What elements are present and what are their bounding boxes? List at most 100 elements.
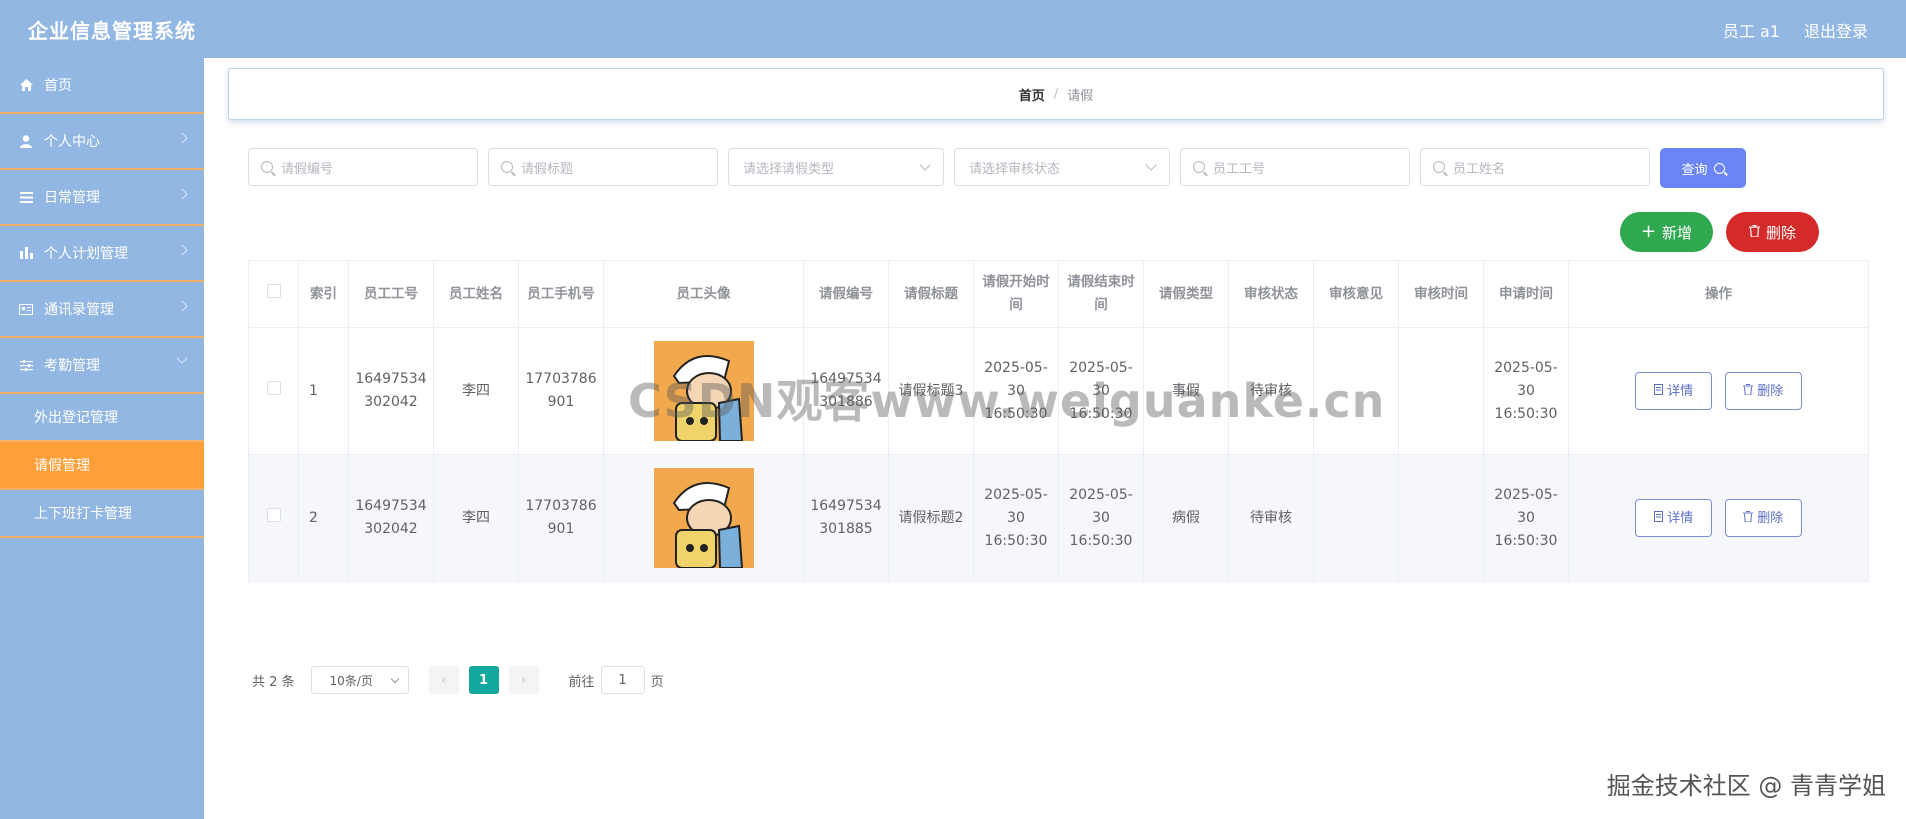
page-size-select[interactable]: 10条/页 [310, 666, 409, 694]
select-all-checkbox-cell[interactable] [248, 260, 299, 328]
row-delete-button[interactable]: 删除 [1724, 499, 1802, 537]
avatar[interactable] [653, 468, 754, 568]
watermark-corner: 掘金技术社区 @ 青青学姐 [1606, 772, 1886, 800]
page-size-value: 10条/页 [329, 673, 373, 688]
plus-icon: + [1640, 221, 1657, 242]
chevron-right-icon [176, 132, 188, 144]
cell-index: 2 [298, 454, 349, 582]
cell-leave-type: 病假 [1143, 454, 1229, 582]
sidebar-item-contacts[interactable]: 通讯录管理 [0, 282, 204, 338]
user-name[interactable]: 员工 a1 [1723, 18, 1780, 42]
emp-name-input[interactable]: 员工姓名 [1420, 148, 1650, 186]
breadcrumb-home[interactable]: 首页 [1019, 85, 1045, 104]
leave-type-select[interactable]: 请选择请假类型 [728, 148, 944, 186]
row-checkbox-cell[interactable] [248, 454, 299, 582]
row-delete-button[interactable]: 删除 [1724, 372, 1802, 410]
cell-audit-time [1398, 454, 1484, 582]
checkbox[interactable] [266, 380, 281, 395]
prev-page-button[interactable]: ‹ [428, 666, 459, 694]
sliders-icon [18, 358, 34, 372]
leave-title-input[interactable]: 请假标题 [488, 148, 718, 186]
cell-start-time: 2025-05-30 16:50:30 [973, 454, 1059, 582]
sidebar-item-label: 日常管理 [44, 190, 100, 206]
sidebar-subitem-clock[interactable]: 上下班打卡管理 [0, 490, 204, 538]
total-count: 共 2 条 [252, 674, 295, 690]
row-checkbox-cell[interactable] [248, 327, 299, 455]
sidebar-item-plan[interactable]: 个人计划管理 [0, 226, 204, 282]
search-icon [501, 161, 513, 173]
cell-audit-status: 待审核 [1228, 454, 1314, 582]
chart-icon [18, 246, 34, 260]
goto-prefix: 前往 [568, 674, 595, 690]
search-icon [1433, 161, 1445, 173]
checkbox[interactable] [266, 283, 281, 298]
sidebar-subitem-outing[interactable]: 外出登记管理 [0, 394, 204, 442]
chevron-right-icon [176, 300, 188, 312]
trash-icon [1743, 507, 1754, 530]
batch-delete-button[interactable]: 删除 [1726, 212, 1819, 252]
audit-status-select[interactable]: 请选择审核状态 [954, 148, 1170, 186]
sidebar-item-attendance[interactable]: 考勤管理 [0, 338, 204, 394]
cell-apply-time: 2025-05-30 16:50:30 [1483, 454, 1569, 582]
column-header: 员工姓名 [433, 260, 519, 328]
cell-actions: 详情 删除 [1568, 327, 1869, 455]
query-button[interactable]: 查询 [1660, 148, 1746, 188]
sidebar-item-personal[interactable]: 个人中心 [0, 114, 204, 170]
sidebar-item-label: 个人中心 [44, 134, 100, 150]
top-header: 企业信息管理系统 员工 a1 退出登录 [0, 0, 1906, 58]
cell-audit-time [1398, 327, 1484, 455]
chevron-down-icon [390, 674, 399, 684]
next-page-button[interactable]: › [508, 666, 539, 694]
document-icon [1654, 380, 1664, 403]
sidebar: 首页 个人中心 日常管理 个人计划管理 通讯录管理 考勤管理 外出登记管理 请假… [0, 58, 204, 819]
placeholder: 请选择请假类型 [743, 161, 835, 177]
column-header: 审核时间 [1398, 260, 1484, 328]
detail-button[interactable]: 详情 [1635, 372, 1713, 410]
placeholder: 请假标题 [521, 161, 574, 177]
trash-icon [1743, 380, 1754, 403]
contact-icon [18, 302, 34, 316]
trash-icon [1748, 223, 1760, 241]
logout-link[interactable]: 退出登录 [1804, 18, 1868, 42]
checkbox[interactable] [266, 507, 281, 522]
column-header: 员工头像 [603, 260, 804, 328]
user-icon [18, 134, 34, 148]
chevron-right-icon: › [520, 672, 527, 688]
watermark-center: CSDN观客www.weiguanke.cn [628, 374, 1386, 428]
cell-avatar [603, 454, 804, 582]
column-header: 审核状态 [1228, 260, 1314, 328]
placeholder: 员工姓名 [1453, 161, 1506, 177]
document-icon [1654, 507, 1664, 530]
column-header: 请假结束时间 [1058, 260, 1144, 328]
goto-page-input[interactable]: 1 [600, 666, 645, 694]
cell-emp-no: 16497534302042 [348, 454, 434, 582]
detail-button-label: 详情 [1667, 510, 1694, 526]
column-header: 请假开始时间 [973, 260, 1059, 328]
home-icon [18, 78, 34, 92]
cell-audit-opinion [1313, 454, 1399, 582]
leave-no-input[interactable]: 请假编号 [248, 148, 478, 186]
cell-phone: 17703786901 [518, 454, 604, 582]
column-header: 请假标题 [888, 260, 974, 328]
table-header-row: 索引 员工工号 员工姓名 员工手机号 员工头像 请假编号 请假标题 请假开始时间… [248, 260, 1869, 328]
query-button-label: 查询 [1681, 162, 1708, 178]
emp-no-input[interactable]: 员工工号 [1180, 148, 1410, 186]
table-row: 2 16497534302042 李四 17703786901 16497534… [248, 454, 1869, 582]
chevron-right-icon [176, 244, 188, 256]
sidebar-item-daily[interactable]: 日常管理 [0, 170, 204, 226]
column-header: 请假类型 [1143, 260, 1229, 328]
placeholder: 员工工号 [1213, 161, 1266, 177]
cell-end-time: 2025-05-30 16:50:30 [1058, 454, 1144, 582]
sidebar-item-label: 通讯录管理 [44, 302, 114, 318]
column-header: 员工手机号 [518, 260, 604, 328]
sidebar-item-home[interactable]: 首页 [0, 58, 204, 114]
cell-phone: 17703786901 [518, 327, 604, 455]
breadcrumb-separator: / [1053, 86, 1059, 102]
placeholder: 请假编号 [281, 161, 334, 177]
sidebar-subitem-leave[interactable]: 请假管理 [0, 442, 204, 490]
page-number-button[interactable]: 1 [468, 666, 499, 694]
detail-button[interactable]: 详情 [1635, 499, 1713, 537]
column-header: 审核意见 [1313, 260, 1399, 328]
add-button[interactable]: + 新增 [1620, 212, 1713, 252]
column-header: 索引 [298, 260, 349, 328]
